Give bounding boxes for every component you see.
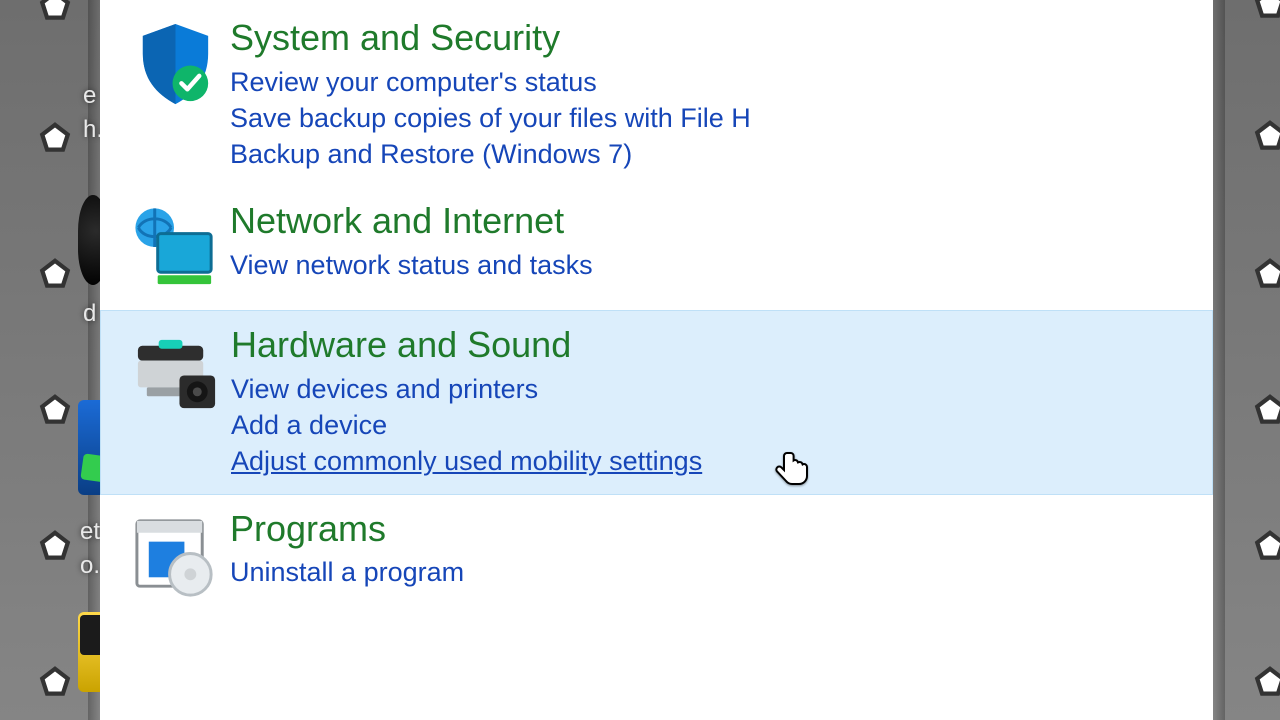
pentagon-icon <box>1253 666 1280 700</box>
category-programs[interactable]: Programs Uninstall a program <box>100 495 1213 618</box>
printer-camera-icon <box>121 325 231 420</box>
link-file-history-backup[interactable]: Save backup copies of your files with Fi… <box>230 100 1193 136</box>
pentagon-icon <box>38 122 72 156</box>
link-backup-restore-win7[interactable]: Backup and Restore (Windows 7) <box>230 136 1193 172</box>
desktop-left-strip: e h. d et o. <box>0 0 100 720</box>
link-network-status-tasks[interactable]: View network status and tasks <box>230 247 1193 283</box>
desktop-icon-label: e <box>83 82 96 110</box>
pentagon-icon <box>1253 0 1280 22</box>
link-view-devices-printers[interactable]: View devices and printers <box>231 371 1192 407</box>
pentagon-icon <box>38 394 72 428</box>
link-review-computer-status[interactable]: Review your computer's status <box>230 64 1193 100</box>
pentagon-icon <box>1253 530 1280 564</box>
category-title[interactable]: Programs <box>230 509 1193 549</box>
category-title[interactable]: Hardware and Sound <box>231 325 1192 365</box>
category-title[interactable]: System and Security <box>230 18 1193 58</box>
network-icon <box>120 201 230 296</box>
link-add-device[interactable]: Add a device <box>231 407 1192 443</box>
link-uninstall-program[interactable]: Uninstall a program <box>230 554 1193 590</box>
link-adjust-mobility-settings[interactable]: Adjust commonly used mobility settings <box>231 443 1192 479</box>
programs-icon <box>120 509 230 604</box>
desktop-icon-label: d <box>83 300 96 328</box>
category-hardware-sound[interactable]: Hardware and Sound View devices and prin… <box>100 310 1213 495</box>
category-network-internet[interactable]: Network and Internet View network status… <box>100 187 1213 310</box>
category-system-security[interactable]: System and Security Review your computer… <box>100 0 1213 187</box>
control-panel-window: System and Security Review your computer… <box>100 0 1213 720</box>
category-title[interactable]: Network and Internet <box>230 201 1193 241</box>
desktop-icon-label: et <box>80 518 100 546</box>
pentagon-icon <box>1253 258 1280 292</box>
pentagon-icon <box>38 258 72 292</box>
pentagon-icon <box>1253 394 1280 428</box>
shield-icon <box>120 18 230 113</box>
pentagon-icon <box>38 530 72 564</box>
pentagon-icon <box>38 0 72 24</box>
control-panel-categories: System and Security Review your computer… <box>100 0 1213 618</box>
pentagon-icon <box>38 666 72 700</box>
desktop-right-strip <box>1213 0 1280 720</box>
desktop-icon-label: o. <box>80 552 100 580</box>
pentagon-icon <box>1253 120 1280 154</box>
